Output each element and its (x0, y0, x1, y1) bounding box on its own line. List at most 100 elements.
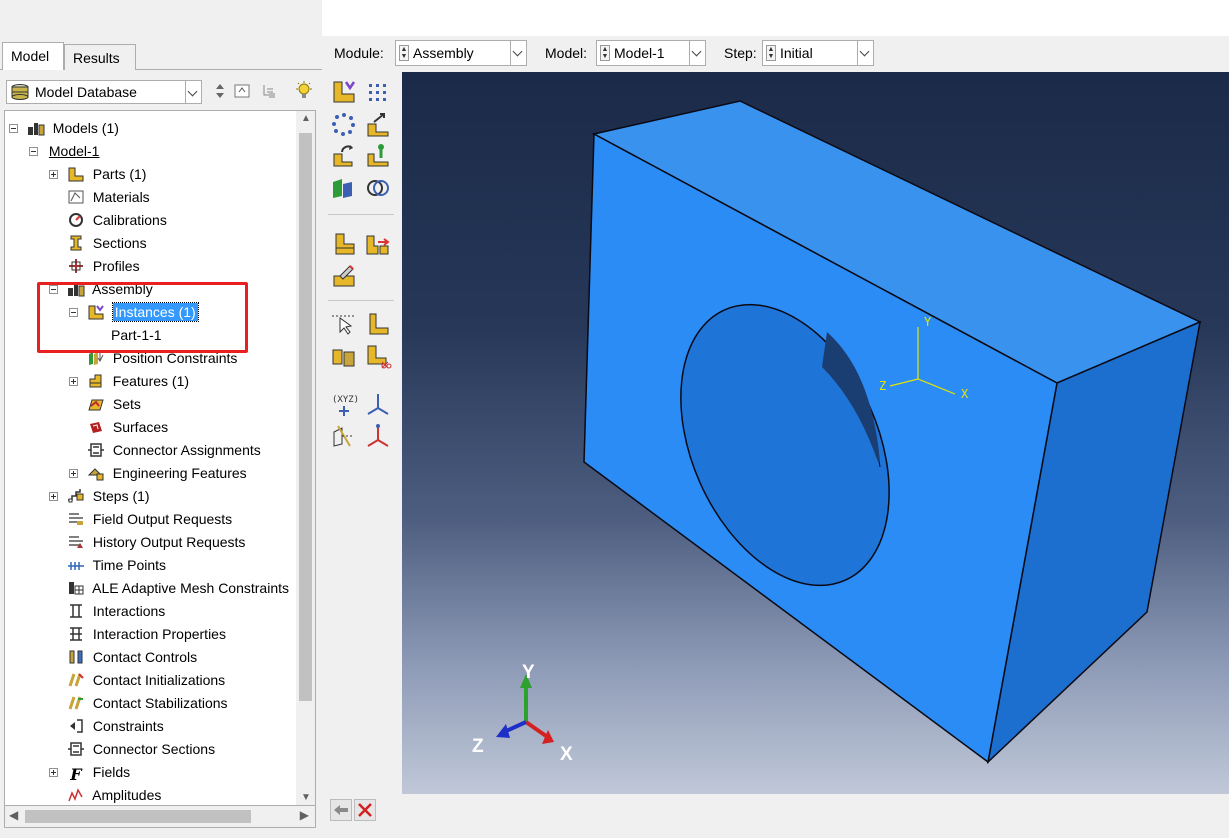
field-output-requests-icon (69, 513, 83, 525)
tree-item-materials[interactable]: Materials (67, 186, 150, 209)
tree-item-sections[interactable]: Sections (67, 232, 147, 255)
tree-item-models[interactable]: Models (1) (9, 117, 119, 140)
datum-csys-icon[interactable] (364, 390, 392, 418)
create-instance-icon[interactable] (330, 78, 358, 106)
spin-icon: ▲ ▼ (600, 45, 610, 61)
part-instance-view[interactable]: Y X Z Y X Z (402, 72, 1229, 794)
profiles-icon (69, 259, 83, 273)
datum-axis-icon[interactable] (330, 422, 358, 450)
lightbulb-icon[interactable] (294, 81, 314, 101)
tree-item-features[interactable]: Features (1) (69, 370, 189, 393)
tree-item-calibrations[interactable]: Calibrations (67, 209, 167, 232)
tree-item-parts[interactable]: Parts (1) (49, 163, 146, 186)
model-database-select[interactable]: Model Database (6, 80, 202, 104)
tab-model[interactable]: Model (2, 42, 64, 70)
tree-item-label: Materials (92, 189, 150, 205)
tree-item-contact-stabilizations[interactable]: Contact Stabilizations (67, 692, 228, 715)
scrollbar-thumb[interactable] (299, 133, 312, 701)
tree-item-fields[interactable]: F Fields (49, 761, 130, 784)
spin-icon: ▲ ▼ (399, 45, 409, 61)
collapse-icon[interactable] (29, 147, 38, 156)
rotate-instance-icon[interactable] (330, 142, 358, 170)
chevron-down-icon[interactable] (185, 81, 201, 103)
collapse-tree-icon[interactable] (232, 81, 252, 101)
merge-cut-icon[interactable] (330, 174, 358, 202)
cut-instance-icon[interactable] (364, 342, 392, 370)
expand-tree-icon[interactable] (260, 81, 280, 101)
tree-item-label: Contact Stabilizations (92, 695, 228, 711)
tree-item-sets[interactable]: Sets (87, 393, 141, 416)
tree-item-constraints[interactable]: Constraints (67, 715, 164, 738)
face-to-face-icon[interactable] (364, 230, 392, 258)
scroll-left-icon[interactable]: ◀ (9, 808, 18, 822)
model-tree-panel: Model Results Model Database Models (1) … (0, 0, 322, 838)
expand-icon[interactable] (69, 377, 78, 386)
ale-adaptive-mesh-icon (69, 582, 84, 595)
tree-item-field-output-requests[interactable]: Field Output Requests (67, 508, 232, 531)
triad-y-label: Y (522, 662, 535, 683)
tree-item-connector-sections[interactable]: Connector Sections (67, 738, 215, 761)
steps-icon (67, 489, 84, 503)
contact-controls-icon (69, 650, 83, 664)
expand-icon[interactable] (69, 469, 78, 478)
tree-item-model-1[interactable]: Model-1 (29, 140, 99, 163)
datum-plane-icon[interactable] (364, 310, 392, 338)
chevron-down-icon[interactable] (689, 41, 705, 65)
csys-x-label: X (961, 387, 969, 401)
chevron-down-icon[interactable] (857, 41, 873, 65)
chevron-down-icon[interactable] (510, 41, 526, 65)
linear-pattern-icon[interactable] (364, 78, 392, 106)
position-constraint-icon[interactable] (330, 230, 358, 258)
cancel-x-icon[interactable] (354, 799, 376, 821)
sort-arrows-icon[interactable] (210, 81, 230, 101)
tree-item-interactions[interactable]: Interactions (67, 600, 165, 623)
edit-feature-icon[interactable] (330, 262, 358, 290)
connector-sections-icon (68, 742, 84, 756)
scroll-right-icon[interactable]: ▶ (300, 808, 309, 822)
viewport[interactable]: Y X Z Y X Z (402, 72, 1229, 794)
scrollbar-thumb[interactable] (25, 810, 251, 823)
tree-item-amplitudes[interactable]: Amplitudes (67, 784, 161, 805)
translate-to-icon[interactable] (364, 142, 392, 170)
query-select-icon[interactable] (330, 310, 358, 338)
tree-horizontal-scrollbar[interactable]: ◀ ▶ (4, 806, 316, 828)
tree-item-contact-controls[interactable]: Contact Controls (67, 646, 197, 669)
step-select-value: Initial (780, 45, 813, 61)
replace-instance-icon[interactable] (330, 342, 358, 370)
tree-item-time-points[interactable]: Time Points (67, 554, 166, 577)
expand-icon[interactable] (49, 170, 58, 179)
engineering-features-icon (87, 468, 104, 481)
step-select[interactable]: ▲ ▼ Initial (762, 40, 874, 66)
tree-item-surfaces[interactable]: Surfaces (87, 416, 168, 439)
connector-assignments-icon (88, 443, 104, 457)
amplitudes-icon (68, 788, 83, 802)
back-arrow-icon[interactable] (330, 799, 352, 821)
datum-point-xyz-icon[interactable]: (XYZ) (330, 390, 358, 418)
tree-item-interaction-properties[interactable]: Interaction Properties (67, 623, 226, 646)
collapse-icon[interactable] (9, 124, 18, 133)
tree-vertical-scrollbar[interactable]: ▲ ▼ (296, 110, 316, 806)
model-select[interactable]: ▲ ▼ Model-1 (596, 40, 706, 66)
tree-item-history-output-requests[interactable]: History Output Requests (67, 531, 245, 554)
tree-item-profiles[interactable]: Profiles (67, 255, 140, 278)
translate-instance-icon[interactable] (364, 110, 392, 138)
scroll-up-icon[interactable]: ▲ (301, 113, 311, 124)
calibrations-icon (69, 213, 83, 227)
tree-item-steps[interactable]: Steps (1) (49, 485, 150, 508)
module-select[interactable]: ▲ ▼ Assembly (395, 40, 527, 66)
tree-item-connector-assignments[interactable]: Connector Assignments (87, 439, 261, 462)
tree-item-label: Interaction Properties (92, 626, 226, 642)
tree-item-ale-adaptive-mesh[interactable]: ALE Adaptive Mesh Constraints (67, 577, 289, 600)
csys-y-label: Y (924, 315, 932, 329)
tree-item-contact-initializations[interactable]: Contact Initializations (67, 669, 225, 692)
sections-icon (70, 235, 82, 251)
expand-icon[interactable] (49, 492, 58, 501)
radial-pattern-icon[interactable] (330, 110, 358, 138)
interactions-icon (70, 604, 82, 618)
boolean-icon[interactable] (364, 174, 392, 202)
expand-icon[interactable] (49, 768, 58, 777)
datum-csys-3-points-icon[interactable] (364, 422, 392, 450)
scroll-down-icon[interactable]: ▼ (301, 792, 311, 803)
tree-item-engineering-features[interactable]: Engineering Features (69, 462, 247, 485)
tab-results[interactable]: Results (64, 44, 136, 70)
